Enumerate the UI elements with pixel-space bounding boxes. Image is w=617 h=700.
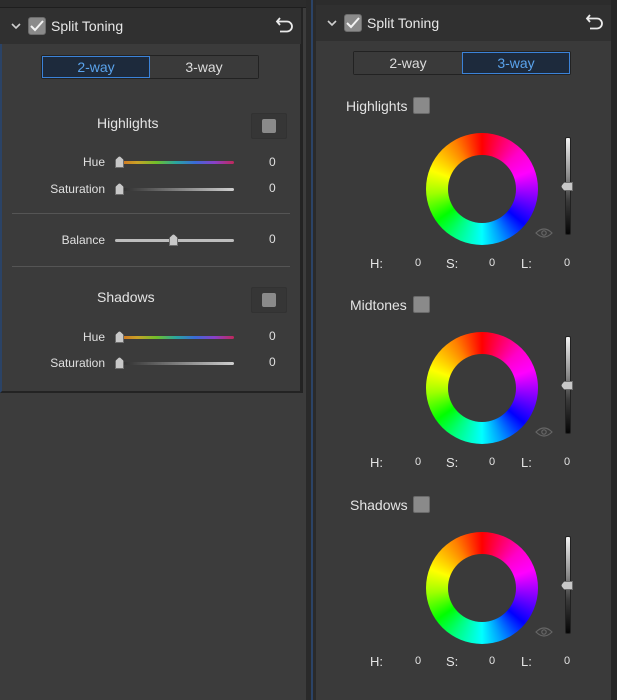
l-label: L: — [521, 455, 532, 470]
l-label: L: — [521, 256, 532, 271]
s-label: S: — [446, 654, 459, 669]
midtones-luminance-thumb[interactable] — [561, 381, 573, 390]
highlights-hue-slider[interactable] — [118, 161, 234, 164]
highlights-color-wheel[interactable] — [426, 133, 538, 245]
top-strip — [0, 0, 306, 8]
s-label: S: — [446, 256, 459, 271]
divider — [12, 266, 290, 267]
midtones-title: Midtones — [350, 297, 407, 313]
chevron-down-icon[interactable] — [10, 22, 22, 30]
highlights-saturation-value[interactable]: 0 — [269, 181, 276, 195]
s-label: S: — [446, 455, 459, 470]
undo-icon[interactable] — [275, 15, 295, 35]
tab-2-way[interactable]: 2-way — [354, 52, 462, 74]
enable-checkbox[interactable] — [344, 14, 362, 32]
chevron-down-icon[interactable] — [326, 19, 338, 27]
checkmark-icon — [30, 20, 44, 32]
s-value[interactable]: 0 — [489, 257, 495, 269]
panel-title: Split Toning — [367, 15, 440, 31]
l-label: L: — [521, 654, 532, 669]
l-value[interactable]: 0 — [564, 655, 570, 667]
s-value[interactable]: 0 — [489, 456, 495, 468]
highlights-hue-value[interactable]: 0 — [269, 155, 276, 169]
scrollbar-track[interactable] — [611, 0, 617, 700]
tab-3-way[interactable]: 3-way — [150, 56, 258, 78]
panel-header: Split Toning — [316, 5, 611, 41]
tab-2-way[interactable]: 2-way — [42, 56, 150, 78]
midtones-color-wheel[interactable] — [426, 332, 538, 444]
shadows-title: Shadows — [97, 289, 155, 305]
eye-icon[interactable] — [535, 227, 553, 239]
checkmark-icon — [346, 17, 360, 29]
mode-segmented-control: 2-way 3-way — [41, 55, 259, 79]
highlights-luminance-thumb[interactable] — [561, 182, 573, 191]
shadows-hue-slider[interactable] — [118, 336, 234, 339]
shadows-saturation-slider[interactable] — [118, 362, 234, 365]
shadows-saturation-value[interactable]: 0 — [269, 355, 276, 369]
balance-label: Balance — [61, 233, 105, 247]
swatch-fill — [262, 293, 276, 307]
shadows-hue-value[interactable]: 0 — [269, 329, 276, 343]
h-value[interactable]: 0 — [415, 456, 421, 468]
l-value[interactable]: 0 — [564, 257, 570, 269]
highlights-color-swatch[interactable] — [413, 97, 430, 114]
highlights-color-swatch[interactable] — [251, 113, 287, 139]
undo-icon[interactable] — [585, 12, 605, 32]
shadows-color-swatch[interactable] — [413, 496, 430, 513]
panel-separator — [306, 0, 316, 700]
shadows-luminance-thumb[interactable] — [561, 581, 573, 590]
highlights-title: Highlights — [346, 98, 408, 114]
midtones-color-swatch[interactable] — [413, 296, 430, 313]
enable-checkbox[interactable] — [28, 17, 46, 35]
shadows-hue-label: Hue — [82, 330, 105, 344]
shadows-color-swatch[interactable] — [251, 287, 287, 313]
panel-header: Split Toning — [0, 8, 301, 44]
swatch-fill — [262, 119, 276, 133]
split-toning-panel-3way: Split Toning 2-way 3-way Highlights H: 0… — [316, 0, 617, 700]
h-value[interactable]: 0 — [415, 257, 421, 269]
h-label: H: — [370, 654, 383, 669]
h-label: H: — [370, 256, 383, 271]
highlights-saturation-slider[interactable] — [118, 188, 234, 191]
tab-3-way[interactable]: 3-way — [462, 52, 570, 74]
highlights-saturation-label: Saturation — [50, 182, 105, 196]
balance-value[interactable]: 0 — [269, 232, 276, 246]
panel-title: Split Toning — [51, 18, 124, 34]
s-value[interactable]: 0 — [489, 655, 495, 667]
left-panel-area: Split Toning 2-way 3-way Highlights Hue … — [0, 0, 306, 700]
eye-icon[interactable] — [535, 626, 553, 638]
h-value[interactable]: 0 — [415, 655, 421, 667]
split-toning-comparison: Split Toning 2-way 3-way Highlights Hue … — [0, 0, 617, 700]
eye-icon[interactable] — [535, 426, 553, 438]
divider — [12, 213, 290, 214]
h-label: H: — [370, 455, 383, 470]
mode-segmented-control: 2-way 3-way — [353, 51, 571, 75]
shadows-title: Shadows — [350, 497, 408, 513]
highlights-hue-label: Hue — [82, 155, 105, 169]
shadows-color-wheel[interactable] — [426, 532, 538, 644]
shadows-saturation-label: Saturation — [50, 356, 105, 370]
l-value[interactable]: 0 — [564, 456, 570, 468]
highlights-title: Highlights — [97, 115, 159, 131]
